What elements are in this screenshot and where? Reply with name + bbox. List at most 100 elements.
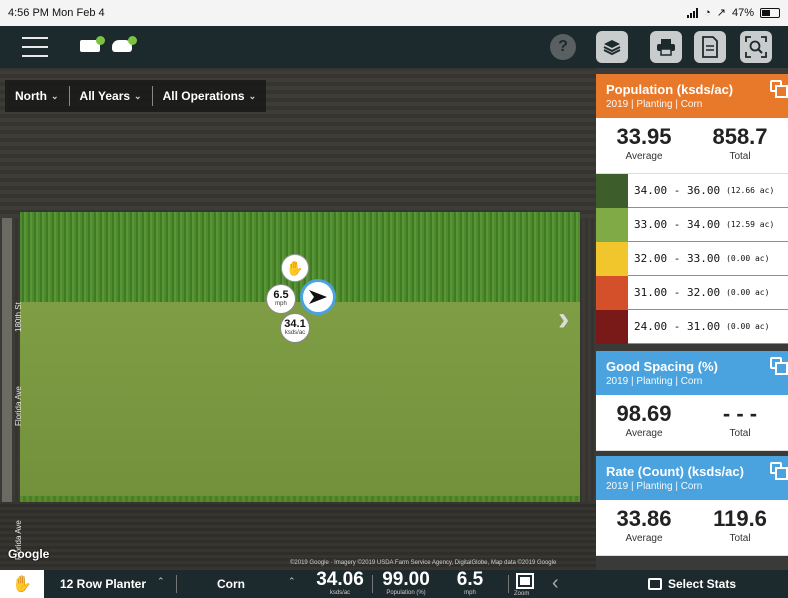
zoom-icon[interactable] — [516, 573, 534, 589]
copy-icon[interactable] — [770, 80, 788, 98]
bottom-bar: ✋ 12 Row Planter ⌃ Corn ⌃ 34.06 ksds/ac … — [0, 570, 788, 598]
rate-card[interactable]: Rate (Count) (ksds/ac) 2019 | Planting |… — [596, 456, 788, 556]
speed-value: 6.5 — [273, 289, 289, 301]
metric-value: 99.00 — [382, 569, 430, 590]
zoom-label: Zoom — [514, 591, 530, 597]
average-label: Average — [625, 428, 663, 439]
legend-row[interactable]: 34.00 - 36.00 (12.66 ac) — [596, 173, 788, 208]
divider — [176, 575, 177, 593]
total-label: Total — [729, 428, 751, 439]
select-stats-button[interactable]: Select Stats — [596, 570, 788, 598]
metric-value: 34.06 — [316, 569, 364, 590]
metric-unit: mph — [464, 590, 476, 596]
population-card-header: Population (ksds/ac) 2019 | Planting | C… — [596, 74, 788, 118]
years-filter-label: All Years — [79, 89, 131, 103]
chevron-up-icon[interactable]: ⌃ — [288, 576, 296, 587]
spacing-average: 98.69 — [616, 401, 672, 426]
population-metric: 99.00 Population (%) — [374, 570, 438, 597]
population-stats: 33.95 Average 858.7 Total — [596, 118, 788, 174]
chevron-down-icon: ⌄ — [248, 90, 257, 101]
divider — [372, 575, 373, 593]
rate-bubble: 34.1 ksds/ac — [280, 313, 310, 343]
metric-unit: Population (%) — [386, 590, 426, 596]
direction-filter-label: North — [15, 89, 47, 103]
status-time: 4:56 PM Mon Feb 4 — [8, 7, 105, 19]
metric-unit: ksds/ac — [329, 590, 351, 596]
population-subtitle: 2019 | Planting | Corn — [606, 99, 703, 110]
google-logo: Google — [8, 547, 50, 561]
legend-row[interactable]: 32.00 - 33.00 (0.00 ac) — [596, 241, 788, 276]
legend-acres: (0.00 ac) — [726, 322, 770, 331]
chevron-up-icon[interactable]: ⌃ — [157, 576, 165, 587]
layers-icon — [603, 40, 621, 56]
zoom-extent-icon — [745, 36, 767, 58]
print-button[interactable] — [650, 31, 682, 63]
cellular-signal-icon — [687, 7, 699, 18]
legend-range: 31.00 - 32.00 — [634, 286, 721, 299]
population-card[interactable]: Population (ksds/ac) 2019 | Planting | C… — [596, 74, 788, 344]
legend-range: 34.00 - 36.00 — [634, 184, 721, 197]
legend-swatch — [596, 275, 628, 310]
crop-selector[interactable]: Corn — [217, 577, 245, 591]
average-label: Average — [625, 533, 663, 544]
rate-stats: 33.86 Average 119.6 Total — [596, 500, 788, 556]
rate-total: 119.6 — [713, 506, 767, 531]
spacing-subtitle: 2019 | Planting | Corn — [606, 376, 703, 387]
spacing-stats: 98.69 Average - - - Total — [596, 395, 788, 451]
operations-filter-label: All Operations — [162, 89, 245, 103]
copy-icon[interactable] — [770, 357, 788, 375]
location-icon: ↗ — [716, 7, 726, 19]
chevron-left-icon[interactable]: ‹ — [552, 572, 559, 595]
report-button[interactable] — [694, 31, 726, 63]
rate-metric: 34.06 ksds/ac — [310, 570, 370, 597]
battery-icon — [760, 7, 780, 18]
rate-unit: ksds/ac — [284, 330, 306, 336]
copy-icon[interactable] — [770, 462, 788, 480]
total-label: Total — [729, 533, 751, 544]
help-icon: ? — [558, 38, 568, 55]
chevron-down-icon: ⌄ — [51, 90, 59, 101]
legend-row[interactable]: 33.00 - 34.00 (12.59 ac) — [596, 207, 788, 242]
legend-row[interactable]: 24.00 - 31.00 (0.00 ac) — [596, 309, 788, 344]
navigation-arrow-icon — [309, 290, 327, 304]
direction-filter[interactable]: North ⌄ — [5, 86, 69, 106]
rate-title: Rate (Count) (ksds/ac) — [606, 464, 744, 479]
heading-arrow-icon[interactable] — [300, 279, 336, 315]
average-label: Average — [625, 151, 663, 162]
zoom-extent-button[interactable] — [740, 31, 772, 63]
select-stats-icon — [647, 578, 662, 590]
spacing-title: Good Spacing (%) — [606, 359, 718, 374]
rate-average: 33.86 — [616, 506, 672, 531]
implement-glove-icon[interactable]: ✋ — [0, 570, 44, 598]
help-button[interactable]: ? — [550, 34, 576, 60]
expand-panel-chevron-icon[interactable]: › — [558, 300, 569, 339]
wifi-icon: ◔ — [704, 6, 711, 19]
chevron-down-icon: ⌄ — [134, 90, 142, 101]
spacing-card[interactable]: Good Spacing (%) 2019 | Planting | Corn … — [596, 351, 788, 451]
layers-button[interactable] — [596, 31, 628, 63]
field-map[interactable]: North ⌄ All Years ⌄ All Operations ⌄ 180… — [0, 68, 596, 570]
top-app-bar: ? — [0, 26, 788, 68]
print-icon — [657, 39, 675, 56]
cloud-sync-icon[interactable] — [112, 36, 137, 52]
battery-percent: 47% — [731, 6, 754, 19]
menu-icon[interactable] — [22, 37, 48, 57]
document-icon — [702, 36, 718, 58]
legend-swatch — [596, 207, 628, 242]
years-filter[interactable]: All Years ⌄ — [68, 86, 152, 106]
rate-card-header: Rate (Count) (ksds/ac) 2019 | Planting |… — [596, 456, 788, 500]
status-bar: 4:56 PM Mon Feb 4 ◔ ↗ 47% — [0, 0, 788, 26]
planter-glove-icon[interactable]: ✋ — [281, 254, 309, 282]
operations-filter[interactable]: All Operations ⌄ — [151, 86, 267, 106]
implement-selector[interactable]: 12 Row Planter — [60, 577, 146, 591]
road-label-180th: 180th St — [14, 302, 23, 332]
legend-swatch — [596, 241, 628, 276]
status-indicators: ◔ ↗ 47% — [687, 6, 780, 19]
stats-panel: Population (ksds/ac) 2019 | Planting | C… — [596, 68, 788, 570]
device-status-icon[interactable] — [80, 36, 105, 52]
legend-acres: (0.00 ac) — [726, 288, 770, 297]
legend-swatch — [596, 309, 628, 344]
population-title: Population (ksds/ac) — [606, 82, 734, 97]
map-filter-bar: North ⌄ All Years ⌄ All Operations ⌄ — [5, 80, 267, 112]
legend-row[interactable]: 31.00 - 32.00 (0.00 ac) — [596, 275, 788, 310]
